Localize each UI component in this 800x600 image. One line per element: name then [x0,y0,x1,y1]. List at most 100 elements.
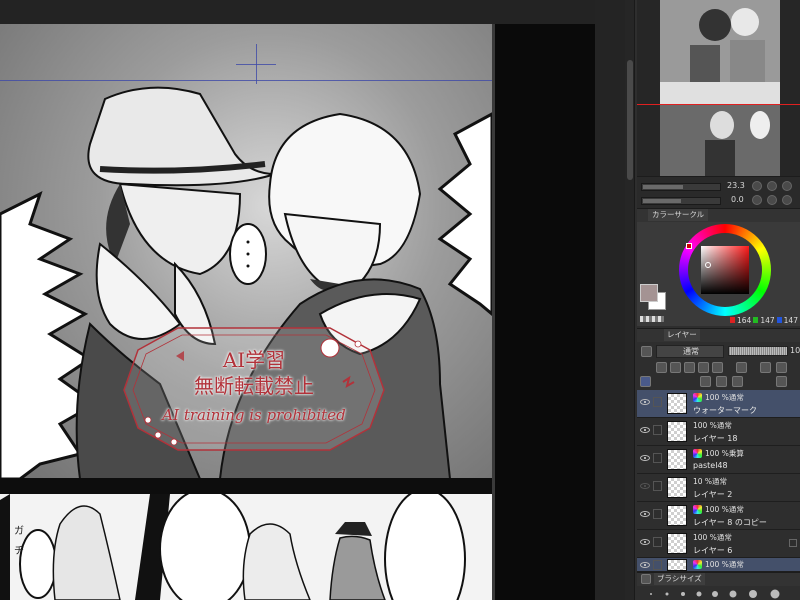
sfx-text-left: ガ チ [14,526,24,557]
new-vector-layer-icon[interactable] [716,376,727,387]
layer-row[interactable]: 100 %通常 レイヤー 18 [637,418,800,446]
rotation-value: 0.0 [731,195,744,204]
layer-thumbnail [667,533,687,554]
bubble-bottom-center [159,494,251,600]
eye-icon[interactable] [640,399,650,405]
edit-pen-icon[interactable] [653,425,662,435]
eye-icon[interactable] [640,539,650,545]
edit-pen-icon[interactable] [653,481,662,491]
speech-balloon-right [437,112,492,316]
lock-icon[interactable] [698,362,709,373]
rotate-left-button[interactable] [752,195,762,205]
clip-icon[interactable] [656,362,667,373]
color-layer-icon [693,449,702,458]
zoom-out-button[interactable] [752,181,762,191]
blue-value: 147 [783,316,798,325]
layer-thumbnail [667,477,687,498]
layer-name[interactable]: ウォーターマーク [693,405,757,416]
edit-pen-icon[interactable] [653,453,662,463]
layer-row[interactable]: 100 %通常 レイヤー 8 のコピー [637,502,800,530]
main-color-swatch[interactable] [640,284,658,302]
layer-name[interactable]: レイヤー 8 のコピー [693,517,767,528]
layer-mode: 10 %通常 [693,477,728,486]
layer-name[interactable]: pastel48 [693,461,728,470]
rotate-right-button[interactable] [767,195,777,205]
watermark-line-3: AI training is prohibited [162,406,346,424]
layer-mode: 100 %通常 [705,505,744,514]
guide-horizontal-2 [236,64,276,65]
layer-row[interactable]: 100 %通常 レイヤー 6 [637,530,800,558]
layer-name[interactable]: レイヤー 2 [693,489,732,500]
layer-name[interactable]: レイヤー 18 [693,433,737,444]
zoom-slider[interactable] [641,183,721,191]
saturation-value-square[interactable] [701,246,749,294]
clip-studio-window: ガ チ AI学習 無断転載禁止 AI training is prohibite… [0,0,800,600]
layer-row[interactable]: 100 %通常 [637,558,800,572]
canvas-area[interactable]: ガ チ AI学習 無断転載禁止 AI training is prohibite… [0,0,625,600]
ruler-icon[interactable] [760,362,771,373]
eye-icon[interactable] [640,483,650,489]
new-folder-icon[interactable] [732,376,743,387]
transparent-color-swatch[interactable] [640,316,664,322]
red-value: 164 [737,316,752,325]
list-view-icon[interactable] [640,376,651,387]
blend-mode-select[interactable]: 通常 [656,345,724,358]
opacity-slider[interactable] [728,346,788,356]
edit-pen-icon[interactable] [653,397,662,407]
bleed-guide [492,24,495,600]
figure-hat [335,522,372,536]
sv-marker[interactable] [705,262,711,268]
canvas-top-margin [0,0,625,24]
brush-size-presets[interactable] [637,586,800,600]
hue-marker[interactable] [686,243,692,249]
layer-thumbnail [667,421,687,442]
figure-hoodie [52,505,121,600]
panel-bottom-illustration [0,494,466,600]
layer-name[interactable]: レイヤー 6 [693,545,732,556]
tab-color-circle[interactable]: カラーサークル [648,209,709,221]
delete-layer-icon[interactable] [776,376,787,387]
green-channel-icon [753,317,759,323]
eye-icon[interactable] [640,427,650,433]
zoom-in-button[interactable] [767,181,777,191]
fit-button[interactable] [782,181,792,191]
tab-brush-size[interactable]: ブラシサイズ [654,573,705,585]
watermark: AI学習 無断転載禁止 AI training is prohibited [118,320,390,458]
draft-icon[interactable] [684,362,695,373]
edit-pen-icon[interactable] [653,509,662,519]
layer-mode: 100 %通常 [693,421,732,430]
bubble-bottom-right [384,494,466,600]
panel-scrollbar-thumb[interactable] [627,60,633,180]
rotate-slider[interactable] [641,197,721,205]
layer-row[interactable]: 100 %通常 ウォーターマーク [637,390,800,418]
mask-icon[interactable] [736,362,747,373]
layer-mode: 100 %通常 [693,533,732,542]
layer-panel-header [637,328,800,342]
brush-size-icon [641,574,651,584]
edit-pen-icon[interactable] [653,537,662,547]
tab-layer[interactable]: レイヤー [664,329,700,341]
folder-toggle-icon[interactable] [789,539,797,547]
page-bleed-area [495,24,595,600]
layer-thumbnail [667,505,687,526]
guide-horizontal [0,80,492,81]
layer-thumbnail [667,559,687,571]
layer-mode: 100 %通常 [705,393,744,402]
eye-icon[interactable] [640,562,650,568]
reference-icon[interactable] [670,362,681,373]
navigator-thumbnail[interactable] [660,0,780,176]
edit-pen-icon[interactable] [653,560,662,570]
red-channel-icon [730,317,735,323]
eye-icon[interactable] [640,511,650,517]
eye-icon[interactable] [640,455,650,461]
new-raster-layer-icon[interactable] [700,376,711,387]
flip-button[interactable] [782,195,792,205]
layer-row[interactable]: 10 %通常 レイヤー 2 [637,474,800,502]
lock-transparent-icon[interactable] [712,362,723,373]
rgb-readout: 164 147 147 [730,316,800,325]
layer-row[interactable]: 100 %乗算 pastel48 [637,446,800,474]
layer-color-icon[interactable] [641,346,652,357]
panel-gutter [0,478,492,494]
layer-color-toggle-icon[interactable] [776,362,787,373]
opacity-value: 10 [790,346,800,355]
